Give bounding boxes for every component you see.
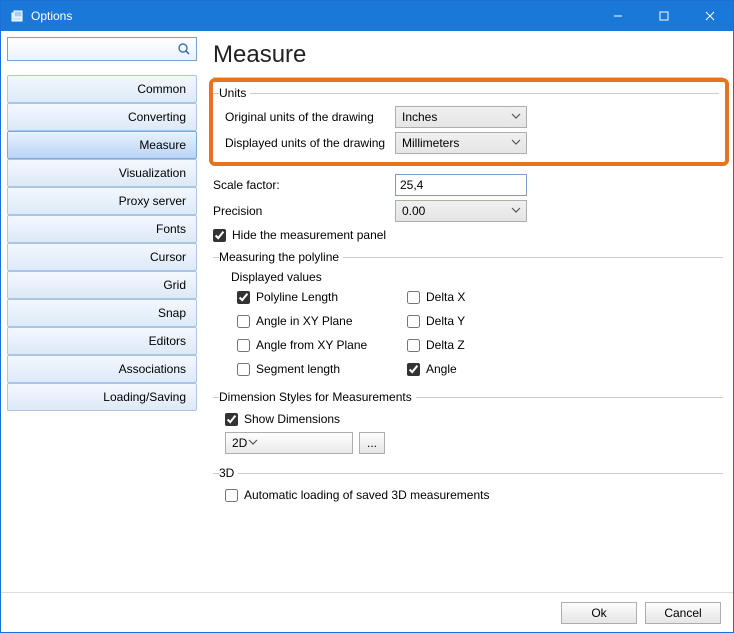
sidebar-item-cursor[interactable]: Cursor bbox=[7, 243, 197, 271]
sidebar-item-grid[interactable]: Grid bbox=[7, 271, 197, 299]
footer: Ok Cancel bbox=[1, 592, 733, 632]
app-icon bbox=[9, 8, 25, 24]
threed-legend: 3D bbox=[219, 466, 238, 480]
dimstyle-select[interactable]: 2D bbox=[225, 432, 353, 454]
precision-label: Precision bbox=[213, 204, 395, 218]
polyline-option-polyline-length[interactable]: Polyline Length bbox=[237, 286, 407, 308]
maximize-button[interactable] bbox=[641, 1, 687, 31]
chevron-down-icon bbox=[510, 136, 522, 151]
units-group: Units Original units of the drawing Inch… bbox=[213, 86, 719, 158]
polyline-option-delta-y[interactable]: Delta Y bbox=[407, 310, 547, 332]
sidebar-item-converting[interactable]: Converting bbox=[7, 103, 197, 131]
sidebar-item-editors[interactable]: Editors bbox=[7, 327, 197, 355]
polyline-option-segment-length[interactable]: Segment length bbox=[237, 358, 407, 380]
chevron-down-icon bbox=[510, 110, 522, 125]
cancel-button[interactable]: Cancel bbox=[645, 602, 721, 624]
show-dimensions-checkbox[interactable]: Show Dimensions bbox=[219, 408, 723, 430]
scale-label: Scale factor: bbox=[213, 178, 395, 192]
original-units-label: Original units of the drawing bbox=[219, 110, 395, 124]
dimstyles-legend: Dimension Styles for Measurements bbox=[219, 390, 416, 404]
sidebar-item-visualization[interactable]: Visualization bbox=[7, 159, 197, 187]
search-field[interactable] bbox=[7, 37, 197, 61]
sidebar-item-common[interactable]: Common bbox=[7, 75, 197, 103]
minimize-button[interactable] bbox=[595, 1, 641, 31]
sidebar-item-loading-saving[interactable]: Loading/Saving bbox=[7, 383, 197, 411]
options-window: Options CommonConvertingMeasureVisualiza… bbox=[0, 0, 734, 633]
units-highlight: Units Original units of the drawing Inch… bbox=[209, 78, 729, 166]
sidebar: CommonConvertingMeasureVisualizationProx… bbox=[1, 31, 203, 592]
dimstyle-browse-button[interactable]: ... bbox=[359, 432, 385, 454]
auto-load-3d-checkbox[interactable]: Automatic loading of saved 3D measuremen… bbox=[219, 484, 723, 506]
polyline-option-angle-from-xy-plane[interactable]: Angle from XY Plane bbox=[237, 334, 407, 356]
threed-group: 3D Automatic loading of saved 3D measure… bbox=[213, 466, 723, 508]
sidebar-item-measure[interactable]: Measure bbox=[7, 131, 197, 159]
search-icon[interactable] bbox=[176, 41, 192, 57]
scale-input[interactable] bbox=[395, 174, 527, 196]
sidebar-item-proxy-server[interactable]: Proxy server bbox=[7, 187, 197, 215]
polyline-legend: Measuring the polyline bbox=[219, 250, 343, 264]
search-input[interactable] bbox=[12, 39, 176, 59]
polyline-option-angle[interactable]: Angle bbox=[407, 358, 547, 380]
dimstyles-group: Dimension Styles for Measurements Show D… bbox=[213, 390, 723, 458]
main-panel: Measure Units Original units of the draw… bbox=[203, 31, 733, 592]
displayed-units-label: Displayed units of the drawing bbox=[219, 136, 395, 150]
displayed-units-select[interactable]: Millimeters bbox=[395, 132, 527, 154]
displayed-values-label: Displayed values bbox=[219, 268, 723, 286]
units-legend: Units bbox=[219, 86, 250, 100]
precision-select[interactable]: 0.00 bbox=[395, 200, 527, 222]
ok-button[interactable]: Ok bbox=[561, 602, 637, 624]
titlebar: Options bbox=[1, 1, 733, 31]
page-title: Measure bbox=[213, 41, 723, 69]
polyline-option-angle-in-xy-plane[interactable]: Angle in XY Plane bbox=[237, 310, 407, 332]
chevron-down-icon bbox=[510, 204, 522, 219]
polyline-option-delta-x[interactable]: Delta X bbox=[407, 286, 547, 308]
original-units-select[interactable]: Inches bbox=[395, 106, 527, 128]
sidebar-item-fonts[interactable]: Fonts bbox=[7, 215, 197, 243]
chevron-down-icon bbox=[247, 436, 259, 451]
sidebar-item-associations[interactable]: Associations bbox=[7, 355, 197, 383]
sidebar-item-snap[interactable]: Snap bbox=[7, 299, 197, 327]
hide-panel-checkbox[interactable]: Hide the measurement panel bbox=[213, 224, 723, 246]
close-button[interactable] bbox=[687, 1, 733, 31]
polyline-option-delta-z[interactable]: Delta Z bbox=[407, 334, 547, 356]
window-title: Options bbox=[31, 9, 595, 23]
polyline-group: Measuring the polyline Displayed values … bbox=[213, 250, 723, 382]
